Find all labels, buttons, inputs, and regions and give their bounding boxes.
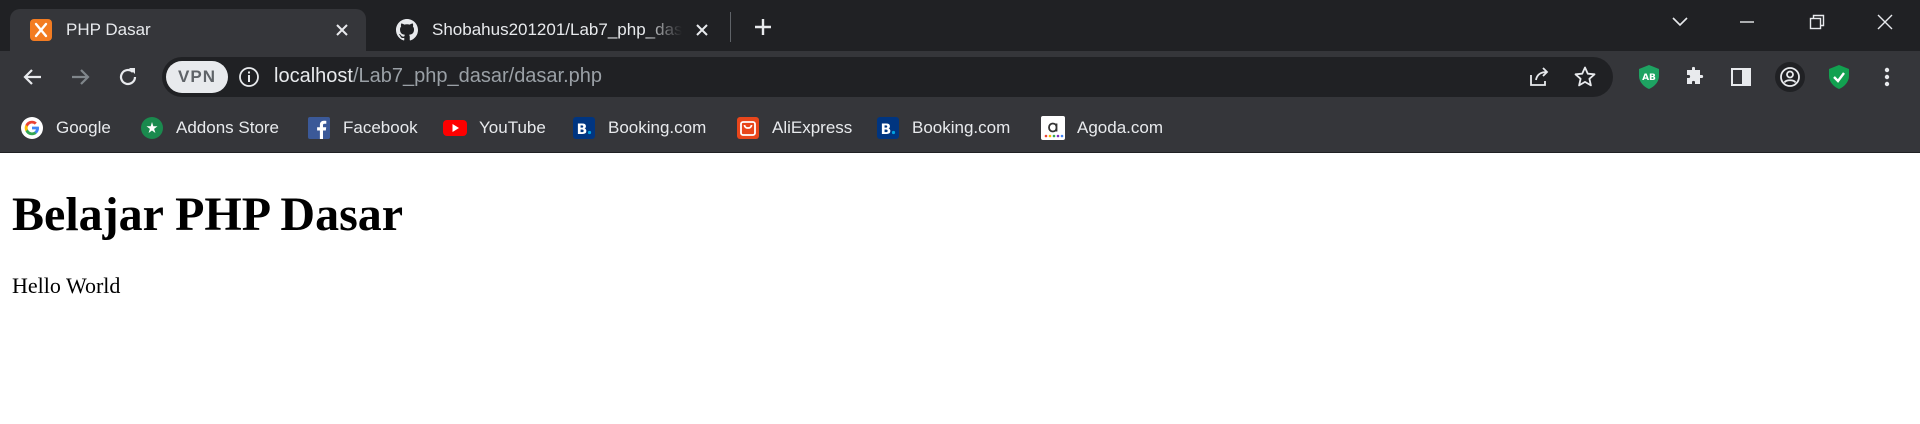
addons-store-icon xyxy=(140,116,164,140)
vpn-toggle[interactable]: VPN xyxy=(166,61,228,93)
page-content: Belajar PHP Dasar Hello World xyxy=(0,154,1920,424)
restore-icon[interactable] xyxy=(1782,0,1852,44)
github-icon xyxy=(396,19,418,41)
page-paragraph: Hello World xyxy=(12,273,121,298)
bookmark-booking[interactable]: B Booking.com xyxy=(876,113,1010,143)
bookmark-booking[interactable]: B Booking.com xyxy=(572,113,706,143)
puzzle-icon[interactable] xyxy=(1678,60,1712,94)
bookmark-label: Agoda.com xyxy=(1077,118,1163,137)
url-text[interactable]: localhost/Lab7_php_dasar/dasar.php xyxy=(274,65,602,88)
aliexpress-icon xyxy=(736,116,760,140)
bookmark-label: AliExpress xyxy=(772,118,853,137)
bookmark-agoda[interactable]: Agoda.com xyxy=(1041,113,1163,143)
bookmark-addons-store[interactable]: Addons Store xyxy=(140,113,279,143)
tab-strip: PHP Dasar Shobahus201201/Lab7_php_dasar xyxy=(0,0,1920,51)
facebook-icon xyxy=(307,116,331,140)
bookmark-label: Facebook xyxy=(343,118,418,137)
page-heading: Belajar PHP Dasar xyxy=(12,188,404,241)
share-icon[interactable] xyxy=(1527,65,1551,89)
close-tab-icon[interactable] xyxy=(690,18,714,42)
bookmark-youtube[interactable]: YouTube xyxy=(443,113,546,143)
svg-text:AB: AB xyxy=(1642,73,1656,83)
agoda-icon xyxy=(1041,116,1065,140)
svg-text:B: B xyxy=(577,122,588,138)
url-host: localhost xyxy=(274,65,353,87)
adblock-icon[interactable]: AB xyxy=(1632,60,1666,94)
bookmark-aliexpress[interactable]: AliExpress xyxy=(736,113,852,143)
bookmark-label: Booking.com xyxy=(912,118,1011,137)
shield-check-icon[interactable] xyxy=(1822,60,1856,94)
svg-text:B: B xyxy=(881,122,892,138)
side-panel-icon[interactable] xyxy=(1724,60,1758,94)
minimize-icon[interactable] xyxy=(1712,0,1782,44)
tab-separator xyxy=(730,12,731,42)
url-path: /Lab7_php_dasar/dasar.php xyxy=(352,65,603,87)
close-tab-icon[interactable] xyxy=(330,18,354,42)
xampp-icon xyxy=(30,19,52,41)
address-bar[interactable]: VPN localhost/Lab7_php_dasar/dasar.php xyxy=(162,57,1613,97)
more-menu-icon[interactable] xyxy=(1870,60,1904,94)
bookmark-label: YouTube xyxy=(479,118,546,137)
tab-search-icon[interactable] xyxy=(1645,0,1715,44)
tab-github[interactable]: Shobahus201201/Lab7_php_dasar xyxy=(376,9,726,51)
booking-icon: B xyxy=(876,116,900,140)
profile-icon[interactable] xyxy=(1773,60,1807,94)
reload-icon[interactable] xyxy=(110,59,146,95)
site-info-icon[interactable] xyxy=(238,66,260,88)
new-tab-icon[interactable] xyxy=(748,12,778,42)
booking-icon: B xyxy=(572,116,596,140)
tab-title: Shobahus201201/Lab7_php_dasar xyxy=(432,20,682,39)
back-arrow-icon[interactable] xyxy=(15,59,51,95)
bookmarks-bar: Google Addons Store Facebook YouTube B B… xyxy=(0,103,1920,153)
bookmark-google[interactable]: Google xyxy=(20,113,111,143)
forward-arrow-icon[interactable] xyxy=(62,59,98,95)
tab-php-dasar[interactable]: PHP Dasar xyxy=(10,9,366,51)
google-icon xyxy=(20,116,44,140)
browser-toolbar: VPN localhost/Lab7_php_dasar/dasar.php A… xyxy=(0,51,1920,103)
vpn-label: VPN xyxy=(178,67,216,86)
bookmark-label: Addons Store xyxy=(176,118,280,137)
bookmark-star-icon[interactable] xyxy=(1573,65,1597,89)
bookmark-label: Google xyxy=(56,118,111,137)
close-window-icon[interactable] xyxy=(1850,0,1920,44)
bookmark-facebook[interactable]: Facebook xyxy=(307,113,418,143)
tab-title: PHP Dasar xyxy=(66,20,151,39)
youtube-icon xyxy=(443,116,467,140)
bookmark-label: Booking.com xyxy=(608,118,707,137)
